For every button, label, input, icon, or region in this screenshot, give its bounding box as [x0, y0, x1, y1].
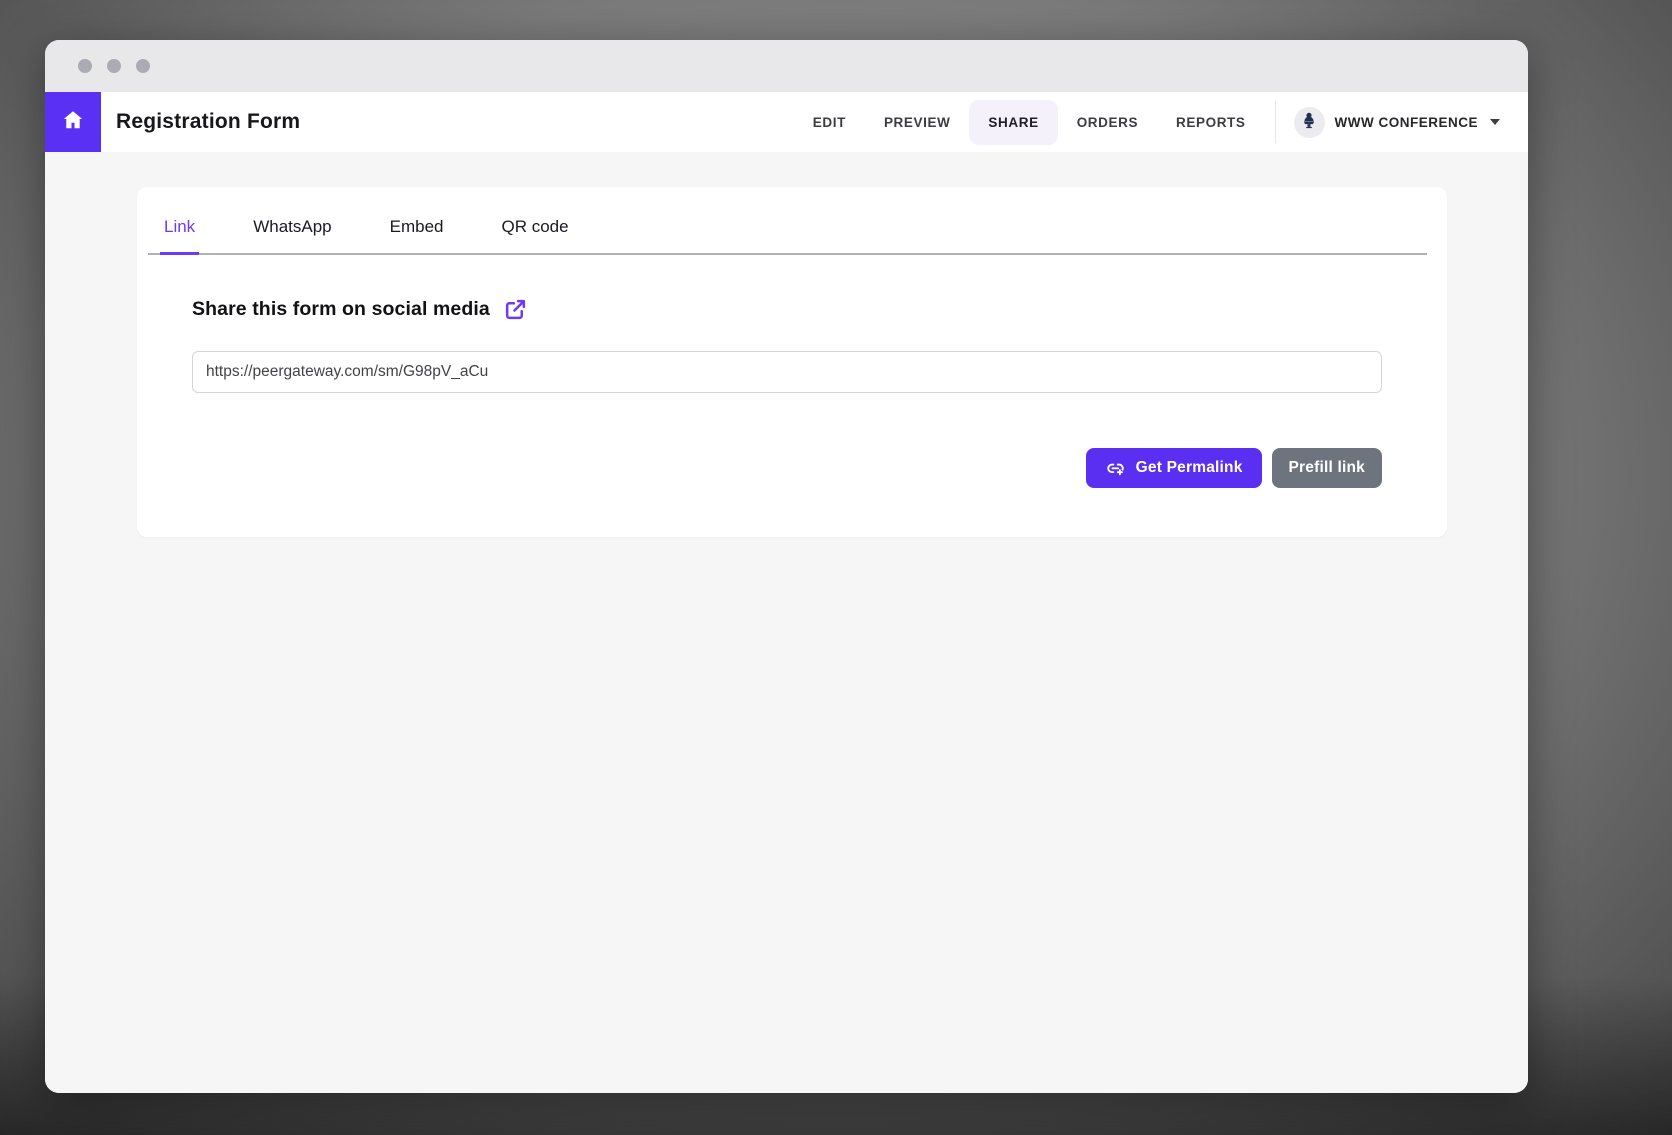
share-heading: Share this form on social media	[192, 298, 490, 321]
home-button[interactable]	[45, 92, 101, 152]
prefill-link-button[interactable]: Prefill link	[1272, 448, 1382, 488]
get-permalink-button[interactable]: Get Permalink	[1086, 448, 1262, 488]
nav-item-edit[interactable]: EDIT	[794, 100, 865, 145]
get-permalink-label: Get Permalink	[1136, 459, 1243, 477]
window-titlebar	[45, 40, 1528, 92]
tab-link[interactable]: Link	[160, 209, 199, 255]
account-menu[interactable]: WWW CONFERENCE	[1292, 101, 1502, 144]
avatar	[1294, 107, 1325, 138]
home-icon	[61, 108, 85, 137]
window-control-dot[interactable]	[136, 59, 150, 73]
speaker-podium-icon	[1299, 110, 1319, 135]
link-plus-icon	[1105, 458, 1126, 479]
share-tabs: Link WhatsApp Embed QR code	[148, 187, 1427, 255]
nav-item-reports[interactable]: REPORTS	[1157, 100, 1264, 145]
share-url-input[interactable]	[192, 351, 1382, 393]
external-link-icon[interactable]	[503, 297, 528, 322]
window-control-dot[interactable]	[78, 59, 92, 73]
share-panel: Share this form on social media	[137, 297, 1447, 488]
window-control-dot[interactable]	[107, 59, 121, 73]
chevron-down-icon	[1490, 119, 1500, 125]
nav-item-share[interactable]: SHARE	[969, 100, 1057, 145]
account-name: WWW CONFERENCE	[1335, 115, 1478, 130]
app-header: Registration Form EDIT PREVIEW SHARE ORD…	[45, 92, 1528, 152]
prefill-link-label: Prefill link	[1289, 459, 1365, 477]
main-content: Link WhatsApp Embed QR code Share this f…	[45, 152, 1528, 1093]
app-window: Registration Form EDIT PREVIEW SHARE ORD…	[45, 40, 1528, 1093]
share-card: Link WhatsApp Embed QR code Share this f…	[137, 187, 1447, 537]
nav-item-preview[interactable]: PREVIEW	[865, 100, 969, 145]
header-divider	[1275, 101, 1276, 143]
page-title: Registration Form	[116, 110, 300, 134]
tab-whatsapp[interactable]: WhatsApp	[249, 209, 335, 255]
actions-row: Get Permalink Prefill link	[192, 448, 1382, 488]
nav-item-orders[interactable]: ORDERS	[1058, 100, 1157, 145]
tab-qr-code[interactable]: QR code	[498, 209, 573, 255]
tab-embed[interactable]: Embed	[386, 209, 448, 255]
header-nav: EDIT PREVIEW SHARE ORDERS REPORTS	[794, 100, 1502, 145]
